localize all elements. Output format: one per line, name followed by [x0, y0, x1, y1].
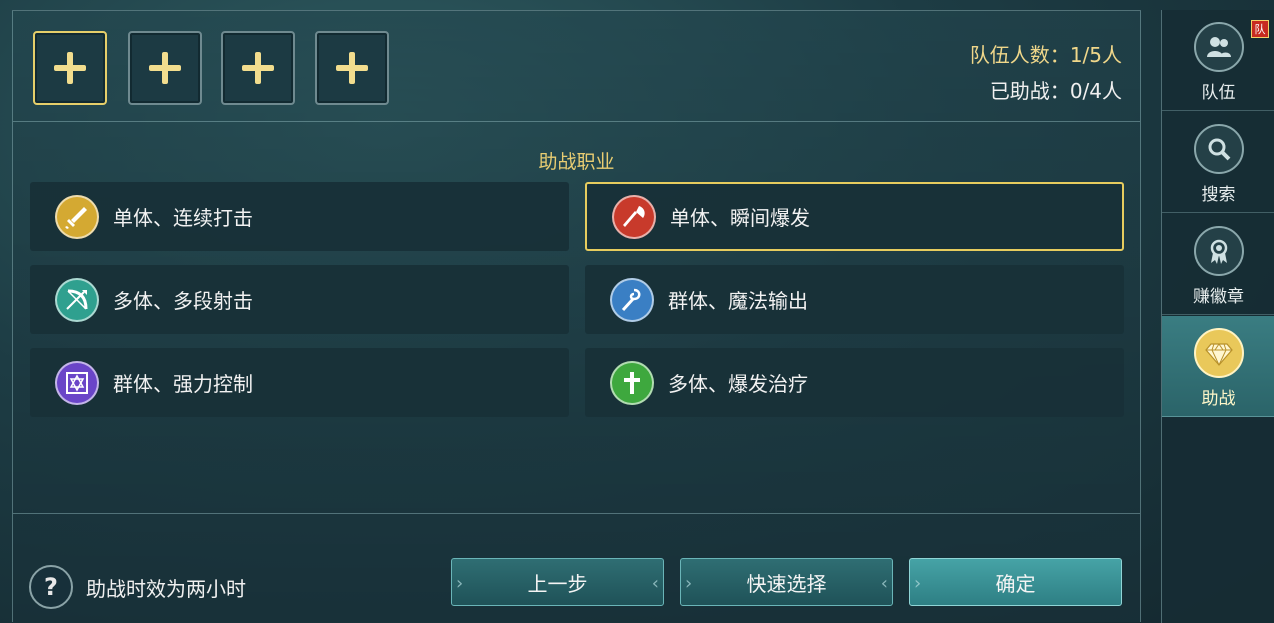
divider — [13, 121, 1140, 122]
plus-icon — [242, 52, 274, 84]
class-option-2[interactable]: 单体、瞬间爆发 — [585, 182, 1124, 251]
class-label: 多体、爆发治疗 — [668, 372, 808, 396]
chevron-right-icon: › — [685, 573, 693, 594]
team-slot-3[interactable] — [221, 31, 295, 105]
prev-step-button[interactable]: › 上一步 ‹ — [451, 558, 664, 606]
confirm-label: 确定 — [995, 571, 1036, 596]
prev-step-label: 上一步 — [527, 571, 588, 596]
help-text: 助战时效为两小时 — [86, 577, 246, 601]
staff-icon — [610, 277, 654, 322]
question-icon: ? — [44, 573, 58, 601]
tab-label: 队伍 — [1201, 83, 1236, 103]
chevron-left-icon: ‹ — [651, 573, 659, 594]
team-badge: 队 — [1251, 20, 1269, 38]
team-count-value: 1/5人 — [1069, 43, 1122, 67]
medal-icon — [1193, 226, 1244, 276]
tab-earn-badges[interactable]: 赚徽章 — [1162, 214, 1274, 315]
tab-label: 搜索 — [1201, 185, 1236, 205]
assisted-count: 已助战：0/4人 — [970, 73, 1122, 109]
cross-icon — [610, 360, 654, 405]
chevron-right-icon: › — [456, 573, 464, 594]
team-slot-1[interactable] — [33, 31, 107, 105]
divider — [13, 513, 1140, 514]
axe-icon — [612, 194, 656, 239]
team-icon — [1193, 22, 1244, 72]
chevron-right-icon: › — [914, 573, 922, 594]
tab-search[interactable]: 搜索 — [1162, 112, 1274, 213]
plus-icon — [149, 52, 181, 84]
chevron-left-icon: ‹ — [880, 573, 888, 594]
class-label: 单体、连续打击 — [113, 206, 253, 230]
team-info: 队伍人数：1/5人 已助战：0/4人 — [970, 37, 1122, 109]
class-option-3[interactable]: 多体、多段射击 — [30, 265, 569, 334]
tab-assist[interactable]: 助战 — [1162, 316, 1274, 417]
search-icon — [1193, 124, 1244, 174]
assisted-value: 0/4人 — [1069, 79, 1122, 103]
class-option-4[interactable]: 群体、魔法输出 — [585, 265, 1124, 334]
class-label: 群体、魔法输出 — [668, 289, 808, 313]
help-button[interactable]: ? — [29, 565, 73, 609]
hexagram-icon — [55, 360, 99, 405]
class-option-5[interactable]: 群体、强力控制 — [30, 348, 569, 417]
confirm-button[interactable]: › 确定 — [909, 558, 1122, 606]
plus-icon — [336, 52, 368, 84]
quick-select-label: 快速选择 — [746, 571, 827, 596]
diamond-icon — [1193, 328, 1244, 378]
sidebar: 队伍 队 搜索 赚徽章 助战 — [1161, 10, 1274, 623]
class-label: 单体、瞬间爆发 — [670, 206, 810, 230]
quick-select-button[interactable]: › 快速选择 ‹ — [680, 558, 893, 606]
sword-icon — [55, 194, 99, 239]
team-slot-2[interactable] — [128, 31, 202, 105]
class-option-1[interactable]: 单体、连续打击 — [30, 182, 569, 251]
class-option-6[interactable]: 多体、爆发治疗 — [585, 348, 1124, 417]
tab-label: 赚徽章 — [1193, 287, 1244, 307]
section-title: 助战职业 — [538, 151, 615, 173]
class-label: 群体、强力控制 — [113, 372, 253, 396]
tab-label: 助战 — [1201, 389, 1236, 409]
team-count-label: 队伍人数： — [969, 43, 1070, 67]
team-count: 队伍人数：1/5人 — [970, 37, 1122, 73]
class-label: 多体、多段射击 — [113, 289, 253, 313]
plus-icon — [54, 52, 86, 84]
tab-team[interactable]: 队伍 队 — [1162, 10, 1274, 111]
assist-panel: 队伍人数：1/5人 已助战：0/4人 助战职业 单体、连续打击 单体、瞬间爆发 … — [12, 10, 1141, 622]
assisted-label: 已助战： — [989, 79, 1070, 103]
bow-icon — [55, 277, 99, 322]
team-slot-4[interactable] — [315, 31, 389, 105]
